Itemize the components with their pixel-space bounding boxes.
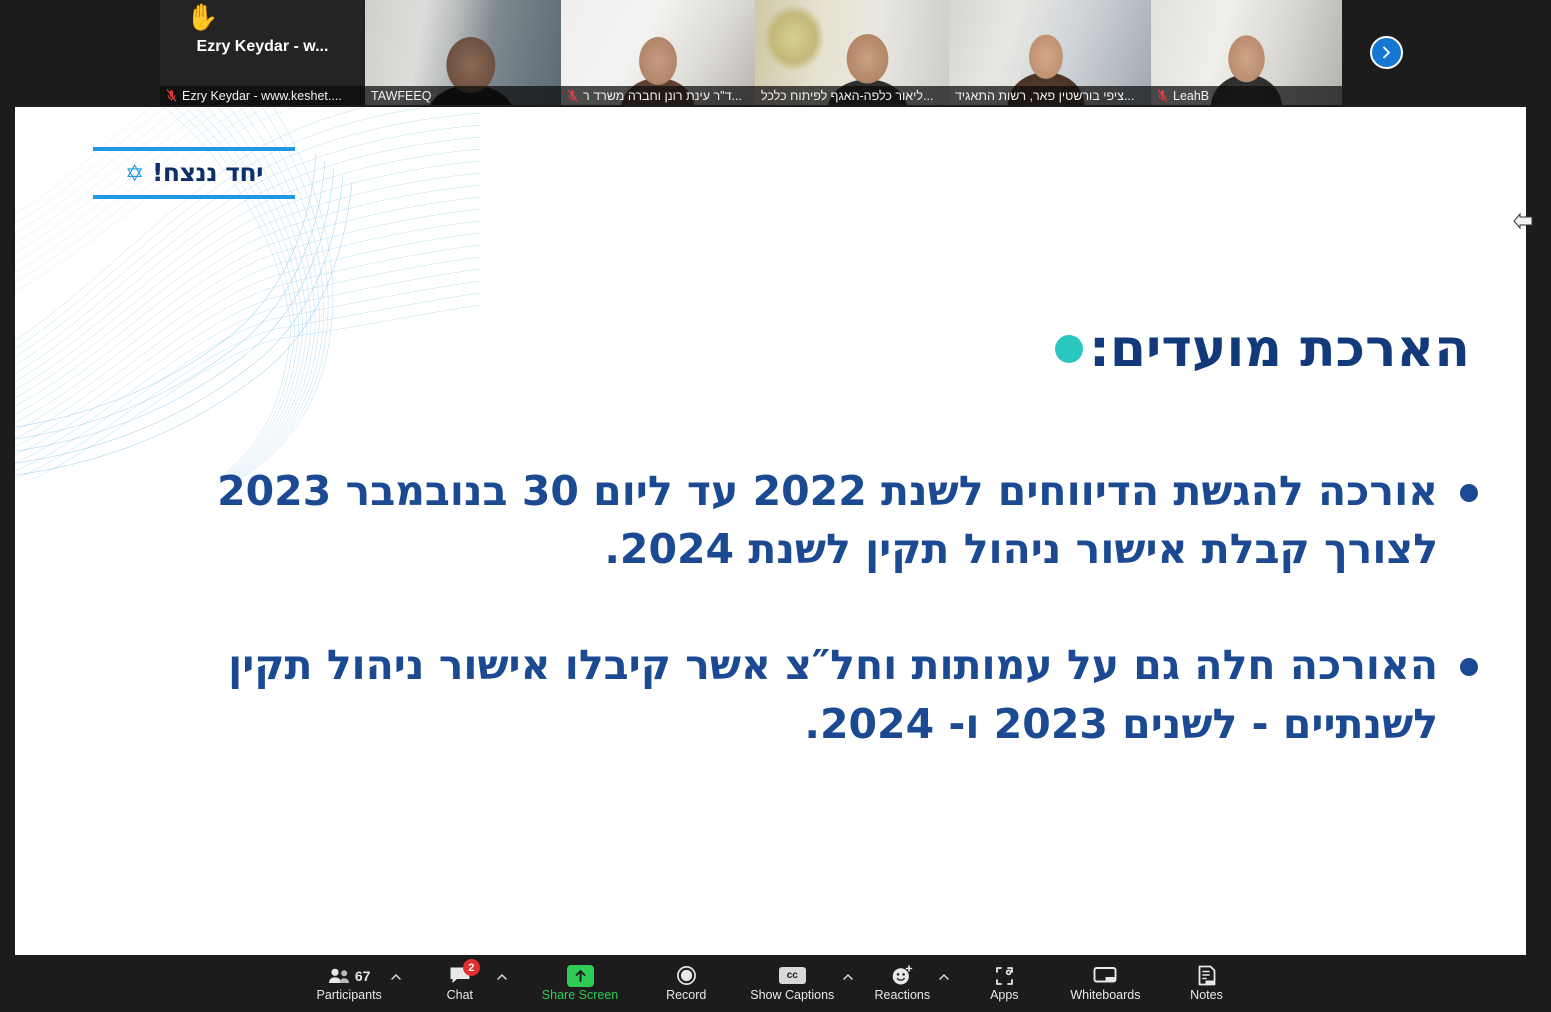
participant-tile-0[interactable]: ✋ Ezry Keydar - w... Ezry Keydar - www.k… xyxy=(160,0,365,105)
participant-tile-3[interactable]: ליאור כלפה-האגף לפיתוח כלכל... xyxy=(755,0,949,105)
participant-name-label: ד"ר עינת רונן וחברה משרד ר... xyxy=(583,88,742,103)
raise-hand-icon: ✋ xyxy=(186,2,219,32)
chevron-up-icon xyxy=(843,973,854,980)
next-page-button[interactable] xyxy=(1370,36,1403,69)
star-of-david-icon: ✡ xyxy=(125,161,144,187)
slide-bullet-text: האורכה חלה גם על עמותות וחל″צ אשר קיבלו … xyxy=(228,641,1438,748)
upload-arrow-icon xyxy=(575,969,585,982)
notes-icon xyxy=(1198,965,1216,986)
muted-mic-icon xyxy=(1157,89,1168,102)
participant-name-bar: TAWFEEQ xyxy=(365,86,561,105)
reactions-icon xyxy=(893,965,913,985)
notes-label: Notes xyxy=(1190,988,1223,1003)
participant-name-bar: ד"ר עינת רונן וחברה משרד ר... xyxy=(561,86,755,105)
reactions-caret-button[interactable] xyxy=(938,955,950,1012)
whiteboards-button[interactable]: Whiteboards xyxy=(1062,955,1148,1012)
record-button[interactable]: Record xyxy=(650,955,722,1012)
chevron-up-icon xyxy=(497,973,507,980)
title-teal-dot-icon xyxy=(1055,335,1084,363)
participant-name-bar: ציפי בורשטין פאר, רשות התאגיד... xyxy=(949,86,1151,105)
whiteboard-icon xyxy=(1093,967,1117,983)
chat-caret-button[interactable] xyxy=(496,955,508,1012)
chevron-up-icon xyxy=(391,973,401,980)
logo-text-label: יחד ננצח! xyxy=(152,158,264,187)
apps-icon xyxy=(995,966,1013,985)
share-screen-icon xyxy=(566,964,594,987)
participant-thumbnail-strip: ✋ Ezry Keydar - w... Ezry Keydar - www.k… xyxy=(160,0,1356,105)
participants-label: Participants xyxy=(316,988,382,1003)
apps-label: Apps xyxy=(990,988,1019,1003)
muted-mic-icon xyxy=(166,89,177,102)
closed-captions-icon: cc xyxy=(778,967,806,985)
participant-name-label: ליאור כלפה-האגף לפיתוח כלכל... xyxy=(761,88,934,103)
bullet-dot-icon xyxy=(1460,484,1478,502)
participants-icon xyxy=(328,968,349,983)
reactions-label: Reactions xyxy=(874,988,931,1003)
muted-mic-icon xyxy=(567,89,578,102)
apps-button[interactable]: Apps xyxy=(968,955,1040,1012)
bullet-dot-icon xyxy=(1460,658,1478,677)
chevron-up-icon xyxy=(939,973,950,980)
reactions-button[interactable]: Reactions xyxy=(866,955,938,1012)
slide-bullet-list: אורכה להגשת הדיווחים לשנת 2022 עד ליום 3… xyxy=(168,462,1478,811)
whiteboards-label: Whiteboards xyxy=(1070,988,1141,1003)
notes-button[interactable]: Notes xyxy=(1171,955,1243,1012)
participant-name-bar: Ezry Keydar - www.keshet.... xyxy=(160,86,365,105)
slide-bullet-text: אורכה להגשת הדיווחים לשנת 2022 עד ליום 3… xyxy=(217,467,1438,574)
meeting-toolbar: 67 Participants 2 Chat Share Screen Reco… xyxy=(0,955,1551,1012)
resize-cursor xyxy=(1513,212,1533,230)
participant-name-label: ציפי בורשטין פאר, רשות התאגיד... xyxy=(955,88,1135,103)
captions-caret-button[interactable] xyxy=(842,955,854,1012)
slide-bullet-item: האורכה חלה גם על עמותות וחל″צ אשר קיבלו … xyxy=(168,636,1478,752)
shared-screen-slide[interactable]: יחד ננצח! ✡ הארכת מועדים: אורכה להגשת הד… xyxy=(15,107,1526,955)
slide-title: הארכת מועדים: xyxy=(1055,319,1470,379)
participant-name-label: TAWFEEQ xyxy=(371,88,432,103)
participant-name-bar: LeahB xyxy=(1151,86,1342,105)
participant-tile-4[interactable]: ציפי בורשטין פאר, רשות התאגיד... xyxy=(949,0,1151,105)
participant-tile-1[interactable]: TAWFEEQ xyxy=(365,0,561,105)
chat-group: 2 Chat xyxy=(424,955,508,1012)
participant-placeholder-name: Ezry Keydar - w... xyxy=(196,38,329,55)
record-icon xyxy=(676,966,696,986)
chevron-right-icon xyxy=(1383,46,1390,59)
show-captions-button[interactable]: cc Show Captions xyxy=(742,955,842,1012)
participants-button[interactable]: 67 Participants xyxy=(308,955,389,1012)
show-captions-label: Show Captions xyxy=(750,988,835,1003)
captions-group: cc Show Captions xyxy=(742,955,854,1012)
chat-label: Chat xyxy=(446,988,473,1003)
participants-count: 67 xyxy=(354,967,371,984)
participant-tile-2[interactable]: ד"ר עינת רונן וחברה משרד ר... xyxy=(561,0,755,105)
participants-group: 67 Participants xyxy=(308,955,401,1012)
zoom-meeting-window: ✋ Ezry Keydar - w... Ezry Keydar - www.k… xyxy=(0,0,1551,1012)
slide-bullet-item: אורכה להגשת הדיווחים לשנת 2022 עד ליום 3… xyxy=(168,462,1478,578)
participants-caret-button[interactable] xyxy=(390,955,402,1012)
chat-unread-badge: 2 xyxy=(462,959,480,977)
logo-yachad-nenatzeach: יחד ננצח! ✡ xyxy=(93,147,295,199)
participant-name-label: Ezry Keydar - www.keshet.... xyxy=(182,88,342,103)
participant-tile-5[interactable]: LeahB xyxy=(1151,0,1342,105)
share-screen-button[interactable]: Share Screen xyxy=(534,955,626,1012)
slide-title-text: הארכת מועדים: xyxy=(1089,319,1470,379)
participant-name-label: LeahB xyxy=(1173,88,1210,103)
participant-name-bar: ליאור כלפה-האגף לפיתוח כלכל... xyxy=(755,86,949,105)
reactions-group: Reactions xyxy=(866,955,950,1012)
share-screen-label: Share Screen xyxy=(541,988,619,1003)
record-label: Record xyxy=(666,988,707,1003)
chat-button[interactable]: 2 Chat xyxy=(424,955,496,1012)
